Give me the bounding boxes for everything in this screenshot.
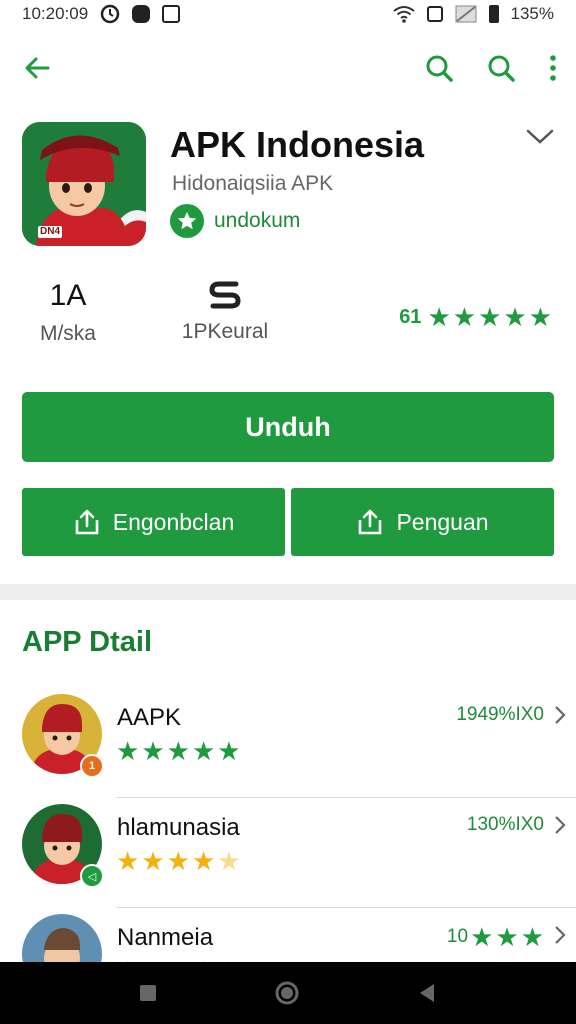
- star-icon: ★: [503, 302, 527, 332]
- star-icon: ★: [452, 302, 477, 332]
- share-icon: [73, 508, 101, 536]
- chevron-right-icon: [554, 704, 566, 726]
- notification-photo-icon: [162, 5, 181, 23]
- stat-second: 1PKeural: [160, 278, 290, 344]
- stat-first-value: 1A: [49, 279, 87, 312]
- chevron-right-icon: [554, 924, 566, 946]
- recents-icon[interactable]: [138, 983, 158, 1003]
- star-icon: ★: [141, 736, 165, 766]
- star-icon: ★: [470, 922, 494, 952]
- star-icon: ★: [191, 736, 216, 766]
- system-nav-bar: [0, 962, 576, 1024]
- share-button-right[interactable]: Penguan: [291, 488, 554, 556]
- top-actions: [424, 53, 558, 83]
- section-divider: [0, 584, 576, 600]
- publisher-badge[interactable]: undokum: [170, 204, 300, 238]
- install-button[interactable]: Unduh: [22, 392, 554, 462]
- stat-first: 1A M/ska: [22, 278, 114, 346]
- stat-rating: 61 ★ ★ ★ ★ ★: [399, 304, 552, 330]
- list-item-meta: 1949%IX0: [456, 704, 544, 725]
- arrow-left-icon[interactable]: [22, 53, 52, 83]
- section-title: APP Dtail: [22, 626, 153, 658]
- star-icon: ★: [191, 846, 216, 876]
- wifi-icon: [392, 5, 415, 23]
- star-badge-icon: [170, 204, 204, 238]
- star-icon: ★: [520, 922, 544, 952]
- share-icon: [356, 508, 384, 536]
- secondary-buttons: Engonbclan Penguan: [22, 488, 554, 556]
- star-icon: ★: [495, 922, 519, 952]
- home-icon[interactable]: [274, 980, 300, 1006]
- battery-icon: [488, 5, 499, 23]
- list-item[interactable]: 1 AAPK ★ ★ ★ ★ ★ 1949%IX0: [22, 688, 576, 798]
- battery-level: 135%: [510, 4, 554, 23]
- stat-rating-prefix: 61: [399, 305, 422, 328]
- avatar-badge: ◁: [80, 864, 104, 888]
- list-item-name: AAPK: [117, 704, 182, 731]
- star-icon: ★: [478, 302, 502, 332]
- status-right: 135%: [392, 4, 554, 24]
- list-item-meta-stars: ★ ★ ★: [470, 924, 544, 950]
- back-icon[interactable]: [416, 982, 438, 1004]
- notification-app-icon: [132, 5, 151, 23]
- more-vert-icon[interactable]: [548, 53, 558, 83]
- list-item-meta: 130%IX0: [466, 814, 544, 835]
- star-icon: ★: [528, 302, 552, 332]
- app-stats: 1A M/ska 1PKeural 61 ★ ★ ★ ★ ★: [22, 278, 556, 358]
- app-title: APK Indonesia: [170, 124, 425, 165]
- list-item-stars: ★★★★★: [116, 738, 241, 764]
- nfc-icon: [426, 6, 443, 22]
- star-icon: ★: [116, 846, 140, 876]
- status-left: 10:20:09: [22, 4, 181, 24]
- status-time: 10:20:09: [22, 4, 89, 23]
- list-item-meta-text: 10: [446, 926, 469, 947]
- star-icon: ★: [116, 736, 140, 766]
- stat-first-label: M/ska: [39, 322, 96, 345]
- publisher-label: undokum: [214, 209, 301, 232]
- rating-category-icon: [160, 278, 290, 312]
- stat-second-label: 1PKeural: [181, 320, 269, 343]
- list-item[interactable]: ◁ hlamunasia ★ ★ ★ ★ ★ 130%IX0: [22, 798, 576, 908]
- list-item-stars: ★★★★★: [116, 848, 241, 874]
- avatar-badge: 1: [80, 754, 104, 778]
- app-icon: DN4: [22, 122, 146, 246]
- list-item-meta: 10 ★ ★ ★: [447, 924, 544, 950]
- star-icon: ★: [141, 846, 165, 876]
- app-header: DN4 APK Indonesia Hidonaiqsiia APK undok…: [22, 122, 556, 246]
- signal-icon: [455, 5, 477, 23]
- star-icon: ★: [166, 846, 190, 876]
- share-button-left-label: Engonbclan: [112, 508, 235, 535]
- top-app-bar: [0, 40, 576, 96]
- status-bar: 10:20:09 135%: [0, 0, 576, 28]
- list-item-name: Nanmeia: [117, 924, 214, 951]
- star-icon: ★: [166, 736, 190, 766]
- star-icon: ★: [217, 736, 241, 766]
- chevron-down-icon[interactable]: [526, 128, 554, 146]
- search-icon[interactable]: [424, 53, 454, 83]
- share-button-left[interactable]: Engonbclan: [22, 488, 285, 556]
- search-icon[interactable]: [486, 53, 516, 83]
- share-button-right-label: Penguan: [396, 508, 489, 535]
- rating-stars: ★ ★ ★ ★ ★: [427, 304, 552, 330]
- sync-icon: [100, 4, 120, 24]
- app-subtitle: Hidonaiqsiia APK: [172, 172, 334, 195]
- list-item-name: hlamunasia: [117, 814, 240, 841]
- star-icon: ★: [217, 846, 241, 876]
- chevron-right-icon: [554, 814, 566, 836]
- star-icon: ★: [427, 302, 451, 332]
- app-icon-tag: DN4: [40, 226, 61, 237]
